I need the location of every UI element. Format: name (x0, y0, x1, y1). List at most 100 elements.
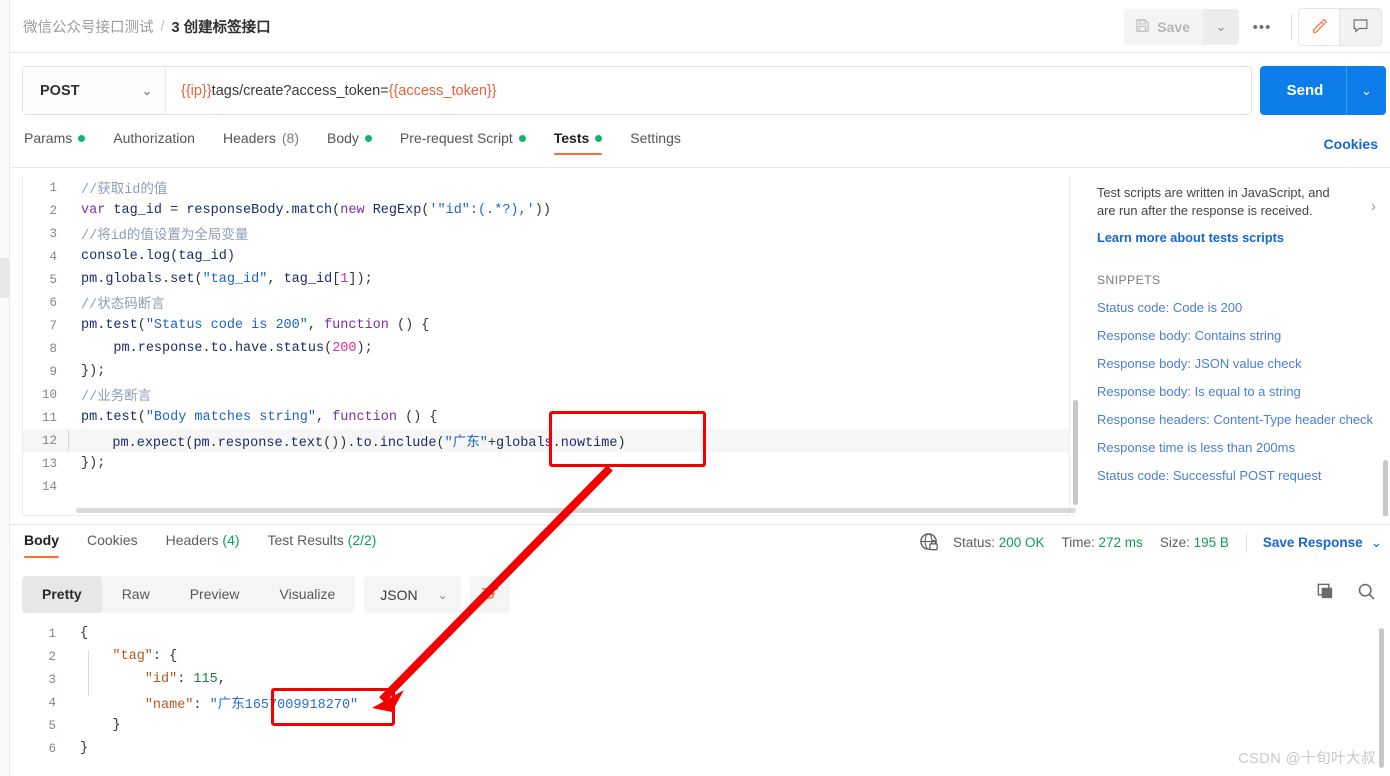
response-body-text: "name": "广东1657009918270" (144, 698, 359, 713)
response-indent-guide (88, 650, 89, 696)
comment-icon (1352, 17, 1369, 37)
line-number: 5 (49, 272, 57, 287)
response-body-icons (1316, 582, 1376, 604)
line-number: 13 (41, 456, 57, 471)
snippets-scrollbar-thumb[interactable] (1383, 460, 1388, 516)
comments-button[interactable] (1340, 8, 1382, 46)
response-body-viewer[interactable]: 1{2 "tag": {3 "id": 115, 4 "name": "广东165… (22, 622, 1378, 772)
code-line: 5 pm.globals.set("tag_id", tag_id[1]); (23, 268, 1069, 291)
send-button[interactable]: Send (1260, 82, 1346, 99)
response-scrollbar-thumb[interactable] (1379, 628, 1384, 768)
code-line: 6 //状态码断言 (23, 291, 1069, 314)
view-mode-raw[interactable]: Raw (102, 576, 170, 613)
request-tab-settings[interactable]: Settings (616, 130, 695, 155)
breadcrumb-collection[interactable]: 微信公众号接口测试 (23, 16, 154, 37)
tab-label: Tests (553, 130, 590, 146)
request-tab-body[interactable]: Body (313, 130, 386, 155)
code-text: var tag_id = responseBody.match(new RegE… (81, 203, 551, 218)
snippet-item[interactable]: Status code: Code is 200 (1085, 287, 1390, 315)
snippet-item[interactable]: Response time is less than 200ms (1085, 427, 1390, 455)
search-button[interactable] (1357, 582, 1376, 604)
copy-button[interactable] (1316, 582, 1335, 604)
request-tab-tests[interactable]: Tests (540, 130, 617, 155)
snippet-item[interactable]: Status code: Successful POST request (1085, 455, 1390, 483)
time-label: Time: (1061, 535, 1095, 550)
tests-code-editor[interactable]: 1 //获取id的值 2 var tag_id = responseBody.matc… (22, 176, 1070, 516)
snippet-item[interactable]: Response body: Contains string (1085, 315, 1390, 343)
tabs-divider (10, 167, 1390, 168)
line-number: 1 (48, 626, 56, 641)
code-line: 14 (23, 475, 1069, 498)
chevron-down-icon: ⌄ (437, 587, 448, 602)
snippets-description: Test scripts are written in JavaScript, … (1097, 185, 1330, 219)
code-text: }); (81, 456, 106, 471)
edit-button[interactable] (1298, 8, 1340, 46)
url-input[interactable]: {{ip}} tags/create?access_token= {{access_… (166, 67, 1251, 114)
method-selector[interactable]: POST ⌄ (23, 67, 166, 114)
more-actions-button[interactable]: ••• (1239, 9, 1285, 45)
learn-more-link[interactable]: Learn more about tests scripts (1085, 221, 1390, 245)
tab-label: Params (24, 130, 73, 146)
postman-window: 微信公众号接口测试 / 3 创建标签接口 Save ⌄ ••• POST ⌄ {… (0, 0, 1390, 776)
method-label: POST (40, 82, 80, 99)
view-mode-group: Pretty Raw Preview Visualize (22, 576, 356, 613)
view-mode-visualize[interactable]: Visualize (260, 576, 356, 613)
size-label: Size: (1159, 535, 1190, 550)
snippets-panel: Test scripts are written in JavaScript, … (1085, 176, 1390, 516)
snippet-item[interactable]: Response headers: Content-Type header ch… (1085, 399, 1390, 427)
save-label: Save (1157, 19, 1190, 35)
line-number: 11 (41, 410, 57, 425)
breadcrumb: 微信公众号接口测试 / 3 创建标签接口 (23, 16, 271, 37)
format-selector[interactable]: JSON ⌄ (364, 576, 461, 613)
line-number: 4 (49, 249, 57, 264)
view-mode-preview[interactable]: Preview (170, 576, 260, 613)
request-tab-params[interactable]: Params (22, 130, 99, 155)
tab-status-dot (595, 134, 603, 142)
word-wrap-icon (480, 585, 500, 605)
chevron-right-icon[interactable]: › (1371, 198, 1376, 215)
header-actions: Save ⌄ ••• (1124, 8, 1382, 46)
response-body-line: 5 } (22, 714, 1378, 737)
size-value: 195 B (1193, 535, 1229, 550)
save-button[interactable]: Save (1124, 9, 1203, 45)
request-tab-headers[interactable]: Headers (8) (209, 130, 313, 155)
code-text: }); (81, 364, 106, 379)
response-tab-body[interactable]: Body (22, 532, 73, 558)
sidebar-collapse-handle[interactable] (0, 258, 10, 298)
save-options-caret[interactable]: ⌄ (1203, 9, 1239, 45)
status-value: 200 OK (998, 535, 1045, 550)
request-header: 微信公众号接口测试 / 3 创建标签接口 Save ⌄ ••• (10, 0, 1390, 53)
response-body-text: "id": 115, (144, 672, 226, 687)
code-line: 9}); (23, 360, 1069, 383)
editor-hscrollbar-thumb[interactable] (76, 508, 1076, 513)
response-divider (10, 524, 1390, 525)
word-wrap-button[interactable] (469, 576, 510, 613)
time-value: 272 ms (1098, 535, 1143, 550)
format-label: JSON (380, 586, 418, 603)
save-response-button[interactable]: Save Response (1263, 535, 1363, 550)
snippet-item[interactable]: Response body: JSON value check (1085, 343, 1390, 371)
code-line: 7 pm.test("Status code is 200", function … (23, 314, 1069, 337)
editor-scrollbar-thumb[interactable] (1073, 400, 1078, 505)
request-tab-pre-request-script[interactable]: Pre-request Script (386, 130, 540, 155)
tab-count: (2/2) (343, 532, 377, 548)
breadcrumb-request-name[interactable]: 3 创建标签接口 (172, 16, 271, 37)
code-text: pm.expect(pm.response.text()).to.include… (68, 430, 626, 451)
response-tab-headers[interactable]: Headers (4) (152, 532, 254, 558)
snippet-item[interactable]: Response body: Is equal to a string (1085, 371, 1390, 399)
tab-count: (8) (281, 130, 299, 146)
status-label: Status: (952, 535, 995, 550)
line-number: 6 (48, 741, 56, 756)
snippets-list: Status code: Code is 200 Response body: C… (1085, 287, 1390, 483)
response-tab-cookies[interactable]: Cookies (73, 532, 152, 558)
tab-count: (4) (218, 532, 240, 548)
send-options-caret[interactable]: ⌄ (1346, 66, 1386, 115)
response-tab-test-results[interactable]: Test Results (2/2) (254, 532, 391, 558)
view-mode-pretty[interactable]: Pretty (22, 576, 102, 613)
save-response-caret[interactable]: ⌄ (1371, 535, 1382, 551)
send-button-group: Send ⌄ (1260, 66, 1386, 115)
cookies-link[interactable]: Cookies (1324, 136, 1378, 152)
response-body-text: } (80, 718, 121, 733)
response-body-line: 2 "tag": { (22, 645, 1378, 668)
request-tab-authorization[interactable]: Authorization (99, 130, 209, 155)
